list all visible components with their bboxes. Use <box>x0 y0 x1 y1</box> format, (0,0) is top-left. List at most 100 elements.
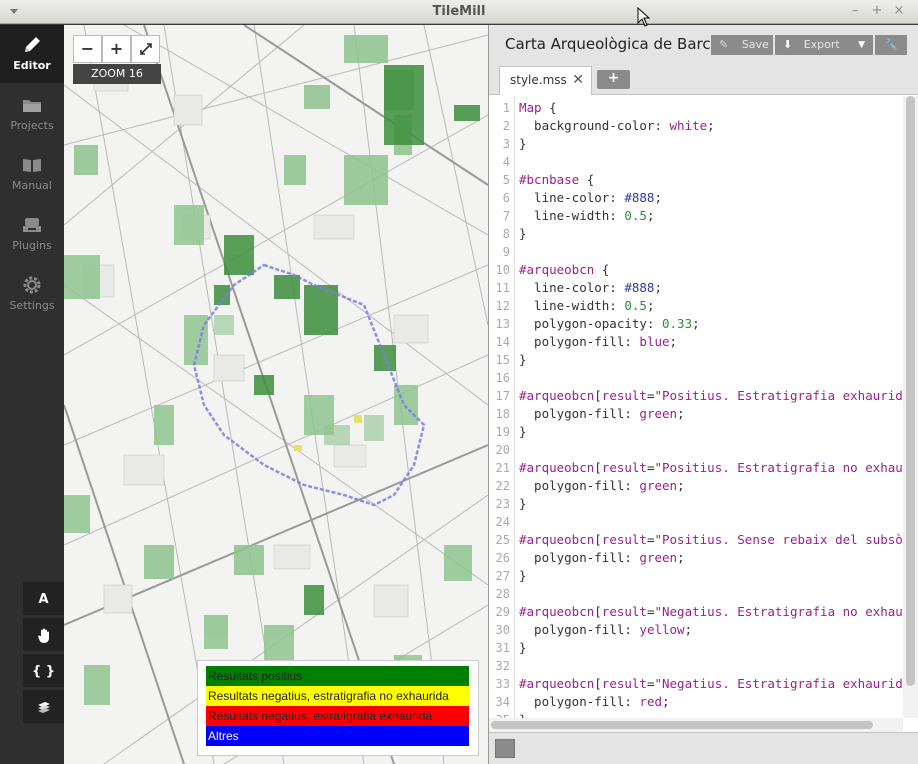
editor-header: Carta Arqueològica de Barcelona ✎ Save ⬇… <box>489 25 918 95</box>
mouse-cursor-icon <box>637 7 651 27</box>
zoom-out-button[interactable]: − <box>73 35 102 63</box>
code-line: #bcnbase { <box>519 172 595 187</box>
sidebar-item-plugins[interactable]: Plugins <box>0 205 64 263</box>
line-number: 8 <box>502 227 510 241</box>
line-number: 13 <box>495 317 510 331</box>
horizontal-scrollbar[interactable] <box>489 718 903 732</box>
code-line: polygon-fill: yellow; <box>519 622 693 637</box>
code-line: #arqueobcn[result="Positius. Estratigraf… <box>519 388 903 403</box>
sidebar-item-label: Plugins <box>12 239 52 252</box>
code-line: polygon-fill: green; <box>519 406 685 421</box>
line-number: 3 <box>502 137 510 151</box>
map-view[interactable]: − + ZOOM 16 Resultats positius Resultats… <box>64 25 488 764</box>
expand-icon <box>139 43 152 55</box>
save-label: Save <box>741 38 769 51</box>
layers-tool-button[interactable] <box>23 690 64 726</box>
code-line: polygon-fill: green; <box>519 550 685 565</box>
line-number: 7 <box>502 209 510 223</box>
wrench-icon: 🔧 <box>884 38 898 51</box>
code-line: polygon-fill: red; <box>519 694 670 709</box>
pencil-small-icon: ✎ <box>719 38 729 51</box>
line-number: 32 <box>495 659 510 673</box>
line-number-gutter: 1 2 3 4 5 6 7 8 9 10 11 12 13 14 15 16 17 18 19 20 21 22 23 24 2… <box>489 96 515 718</box>
export-label: Export <box>803 38 840 51</box>
code-line: polygon-opacity: 0.33; <box>519 316 700 331</box>
code-line: line-color: #888; <box>519 280 662 295</box>
line-number: 6 <box>502 191 510 205</box>
code-line: #arqueobcn[result="Positius. Sense rebai… <box>519 532 903 547</box>
zoom-in-button[interactable]: + <box>102 35 131 63</box>
code-line: Map { <box>519 100 557 115</box>
wrench-button[interactable]: 🔧 <box>875 35 907 55</box>
sidebar-item-editor[interactable]: Editor <box>0 25 64 83</box>
line-number: 18 <box>495 407 510 421</box>
line-number: 31 <box>495 641 510 655</box>
line-number: 35 <box>489 711 510 718</box>
title-bar: TileMill – + × <box>0 0 918 24</box>
line-number: 5 <box>502 173 510 187</box>
code-line: #arqueobcn[result="Negatius. Estratigraf… <box>519 676 903 691</box>
close-window-icon[interactable]: × <box>892 4 906 18</box>
scroll-thumb[interactable] <box>906 96 915 686</box>
sidebar-item-projects[interactable]: Projects <box>0 85 64 143</box>
folder-icon <box>23 100 41 112</box>
line-number: 4 <box>502 155 510 169</box>
code-line: } <box>519 352 527 367</box>
sidebar-item-settings[interactable]: Settings <box>0 265 64 323</box>
scroll-thumb[interactable] <box>491 721 873 729</box>
editor-panel: Carta Arqueològica de Barcelona ✎ Save ⬇… <box>488 25 918 764</box>
code-editor[interactable]: 1 2 3 4 5 6 7 8 9 10 11 12 13 14 15 16 17 18 19 20 21 22 23 24 2… <box>489 96 903 718</box>
tab-style-mss[interactable]: style.mss ✕ <box>499 66 592 95</box>
line-number: 2 <box>502 119 510 133</box>
line-number: 25 <box>495 533 510 547</box>
code-line: #arqueobcn[result="Negatius. Estratigraf… <box>519 604 903 619</box>
line-number: 16 <box>495 371 510 385</box>
fullscreen-button[interactable] <box>131 35 160 63</box>
code-line: #arqueobcn { <box>519 262 610 277</box>
docs-toggle-button[interactable] <box>495 739 515 758</box>
sidebar-item-manual[interactable]: Manual <box>0 145 64 203</box>
map-tools: A { } <box>23 582 64 726</box>
code-line: } <box>519 640 527 655</box>
layers-icon <box>37 702 50 713</box>
editor-footer <box>489 732 918 764</box>
export-button[interactable]: ⬇ Export ▼ <box>775 35 873 55</box>
download-icon: ⬇ <box>783 38 793 51</box>
line-number: 33 <box>495 677 510 691</box>
line-number: 21 <box>495 461 510 475</box>
vertical-scrollbar[interactable] <box>903 96 918 718</box>
code-line: polygon-fill: green; <box>519 478 685 493</box>
line-number: 30 <box>495 623 510 637</box>
chevron-down-icon: ▼ <box>858 40 865 50</box>
line-number: 24 <box>495 515 510 529</box>
plugin-icon <box>23 218 41 232</box>
save-button[interactable]: ✎ Save <box>711 35 773 55</box>
sidebar-item-label: Settings <box>9 299 55 312</box>
code-line: } <box>519 424 527 439</box>
line-number: 20 <box>495 443 510 457</box>
line-number: 11 <box>495 281 510 295</box>
pencil-icon <box>25 37 40 52</box>
sidebar-item-label: Manual <box>12 179 52 192</box>
close-tab-icon[interactable]: ✕ <box>572 67 584 93</box>
add-tab-button[interactable]: + <box>597 70 630 89</box>
font-tool-button[interactable]: A <box>23 582 64 618</box>
code-line: line-color: #888; <box>519 190 662 205</box>
pan-tool-button[interactable] <box>23 618 64 654</box>
line-number: 19 <box>495 425 510 439</box>
line-number: 22 <box>495 479 510 493</box>
code-line: background-color: white; <box>519 118 715 133</box>
maximize-icon[interactable]: + <box>870 4 884 18</box>
line-number: 29 <box>495 605 510 619</box>
map-legend: Resultats positius Resultats negatius, e… <box>197 660 479 756</box>
code-line: } <box>519 496 527 511</box>
tilemill-window: TileMill – + × Editor Projects Manual Pl… <box>0 0 918 764</box>
hand-icon <box>37 628 49 643</box>
code-line: } <box>519 136 527 151</box>
minimize-icon[interactable]: – <box>848 4 862 18</box>
line-number: 12 <box>495 299 510 313</box>
legend-item: Resultats positius <box>206 666 469 686</box>
code-line: polygon-fill: blue; <box>519 334 678 349</box>
code-tool-button[interactable]: { } <box>23 654 64 690</box>
code-line: line-width: 0.5; <box>519 298 655 313</box>
